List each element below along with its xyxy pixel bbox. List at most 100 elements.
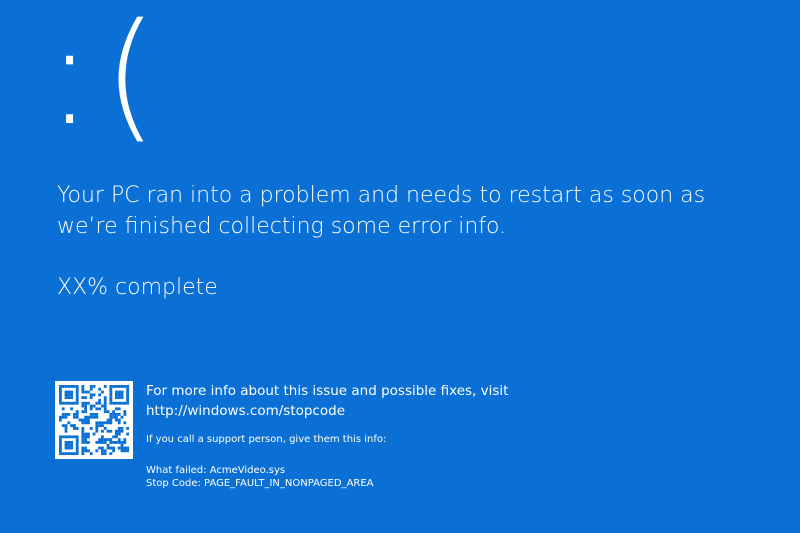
qr-module	[101, 424, 104, 428]
qr-module	[73, 415, 76, 419]
qr-module	[67, 435, 71, 439]
qr-module	[123, 446, 127, 450]
qr-module	[81, 441, 85, 444]
qr-module	[67, 441, 71, 444]
qr-module	[70, 441, 74, 444]
qr-module	[117, 441, 121, 444]
qr-module	[112, 441, 116, 444]
qr-module	[59, 418, 62, 422]
more-info-line: For more info about this issue and possi…	[146, 383, 509, 399]
qr-module	[81, 432, 85, 436]
qr-module	[98, 387, 102, 391]
qr-module	[70, 401, 74, 405]
qr-module	[92, 413, 96, 416]
qr-module	[59, 387, 62, 391]
qr-module	[112, 385, 116, 388]
qr-module	[59, 441, 62, 444]
qr-module	[109, 385, 113, 388]
qr-module	[59, 399, 62, 402]
qr-module	[89, 413, 93, 416]
qr-module	[75, 410, 79, 414]
qr-module	[75, 385, 79, 388]
qr-module	[126, 432, 130, 436]
qr-module	[70, 396, 74, 400]
qr-module	[126, 387, 130, 391]
qr-module	[84, 441, 88, 444]
qr-module	[89, 407, 93, 411]
qr-module	[115, 401, 118, 405]
qr-module	[103, 385, 107, 388]
qr-module	[103, 452, 107, 456]
qr-module	[59, 446, 62, 450]
qr-module	[67, 401, 71, 405]
qr-module	[64, 401, 68, 405]
qr-module	[64, 452, 68, 456]
qr-module	[75, 446, 79, 450]
qr-module	[87, 401, 90, 405]
qr-module	[120, 427, 124, 430]
qr-module	[81, 390, 85, 394]
qr-module	[123, 449, 127, 453]
qr-module	[120, 401, 124, 405]
qr-module	[112, 401, 116, 405]
qr-module	[95, 441, 99, 444]
qr-module	[95, 429, 99, 433]
qr-module	[115, 429, 118, 433]
qr-module	[87, 390, 90, 394]
qr-module	[109, 418, 113, 422]
qr-module	[98, 446, 102, 450]
qr-module	[115, 393, 118, 397]
qr-module	[95, 415, 99, 419]
qr-module	[112, 449, 116, 453]
qr-module	[75, 393, 79, 397]
qr-module	[92, 393, 96, 397]
qr-module	[64, 413, 68, 416]
qr-module	[59, 435, 62, 439]
qr-module	[109, 441, 113, 444]
qr-module	[81, 438, 85, 442]
qr-module	[67, 421, 71, 425]
qr-module	[59, 401, 62, 405]
qr-module	[117, 393, 121, 397]
qr-module	[98, 424, 102, 428]
qr-module	[87, 441, 90, 444]
qr-module	[84, 446, 88, 450]
qr-module	[70, 446, 74, 450]
qr-module	[81, 401, 85, 405]
qr-module	[117, 413, 121, 416]
qr-module	[109, 399, 113, 402]
qr-module	[109, 401, 113, 405]
qr-module	[101, 390, 104, 394]
error-details: What failed: AcmeVideo.sys Stop Code: PA…	[146, 464, 766, 490]
qr-module	[98, 441, 102, 444]
qr-module	[67, 390, 71, 394]
qr-module	[61, 413, 65, 416]
qr-module	[75, 427, 79, 430]
qr-module	[117, 407, 121, 411]
qr-module	[78, 418, 82, 422]
qr-module	[84, 410, 88, 414]
qr-module	[115, 415, 118, 419]
qr-module	[95, 427, 99, 430]
qr-module	[89, 452, 93, 456]
qr-module	[75, 438, 79, 442]
qr-module	[87, 421, 90, 425]
qr-module	[120, 396, 124, 400]
qr-module	[117, 418, 121, 422]
qr-module	[103, 449, 107, 453]
progress-text: XX% complete	[57, 275, 218, 300]
qr-module	[75, 387, 79, 391]
qr-module	[61, 401, 65, 405]
qr-module	[73, 413, 76, 416]
qr-module	[98, 438, 102, 442]
qr-module	[98, 407, 102, 411]
qr-module	[112, 415, 116, 419]
qr-module	[61, 452, 65, 456]
qr-module	[70, 452, 74, 456]
support-instructions: If you call a support person, give them …	[146, 434, 387, 445]
qr-module	[112, 413, 116, 416]
stopcode-link[interactable]: http://windows.com/stopcode	[146, 401, 766, 421]
qr-module	[84, 418, 88, 422]
qr-module	[106, 438, 110, 442]
qr-module	[81, 429, 85, 433]
